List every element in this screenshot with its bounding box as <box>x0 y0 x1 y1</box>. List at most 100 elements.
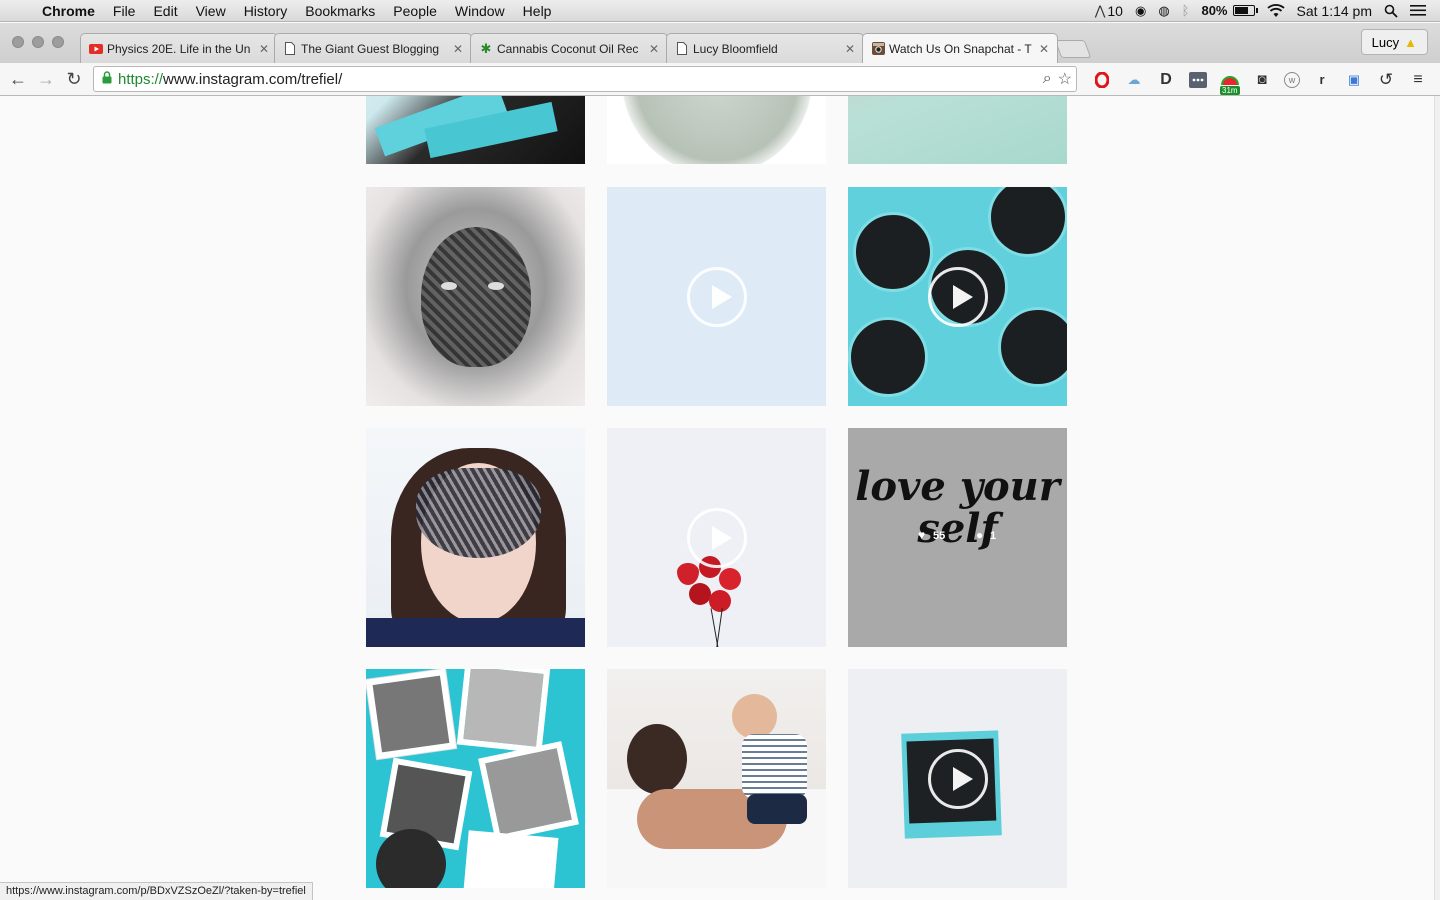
dashlane-extension-icon[interactable]: D <box>1156 71 1176 89</box>
lock-icon[interactable] <box>102 71 112 87</box>
tab-title: Cannabis Coconut Oil Rec <box>497 41 639 56</box>
menu-view[interactable]: View <box>187 0 235 22</box>
tab-cannabis-oil[interactable]: ✱ Cannabis Coconut Oil Rec ✕ <box>470 33 668 63</box>
post-tile-trefiel-packets-top[interactable] <box>366 96 585 164</box>
chrome-menu-icon[interactable]: ≡ <box>1408 71 1428 89</box>
post-tile-strawberry-video[interactable] <box>607 428 826 647</box>
child-head-shape <box>732 694 777 739</box>
zoom-window-button[interactable] <box>52 36 64 48</box>
packet-shape <box>998 307 1067 387</box>
polaroid-shape <box>456 669 551 754</box>
packet-shape <box>988 187 1067 257</box>
play-icon <box>927 266 988 327</box>
post-tile-mint-shirt[interactable] <box>848 96 1067 164</box>
adobe-tray-icon[interactable]: ⋀ <box>1095 3 1106 19</box>
notification-count[interactable]: 10 <box>1107 3 1123 19</box>
play-icon <box>927 748 988 809</box>
battery-icon[interactable] <box>1232 5 1258 16</box>
search-icon[interactable]: ⌕ <box>1043 70 1052 88</box>
more-extension-icon[interactable] <box>1188 71 1208 89</box>
clock[interactable]: Sat 1:14 pm <box>1297 3 1373 19</box>
menu-window[interactable]: Window <box>446 0 514 22</box>
heart-icon: ♥ <box>918 528 926 542</box>
chat-tray-icon[interactable]: ◍ <box>1158 3 1169 19</box>
chrome-toolbar: ← → ↻ https://www.instagram.com/trefiel/… <box>0 63 1440 96</box>
menu-bookmarks[interactable]: Bookmarks <box>296 0 384 22</box>
link-status-bar: https://www.instagram.com/p/BDxVZSzOeZl/… <box>0 882 313 900</box>
minimize-window-button[interactable] <box>32 36 44 48</box>
wifi-icon[interactable] <box>1266 3 1285 18</box>
play-icon <box>686 266 747 327</box>
post-tile-lace-mask-selfie[interactable] <box>366 428 585 647</box>
app-menu[interactable]: Chrome <box>38 0 104 22</box>
play-icon <box>686 507 747 568</box>
ghostery-extension-icon[interactable]: ◙ <box>1252 71 1272 89</box>
tab-title: Physics 20E. Life in the Un <box>107 41 251 56</box>
post-tile-love-yourself-hover[interactable]: love your self ♥ 55 ● 1 <box>848 428 1067 647</box>
strawberry-shape <box>719 568 741 590</box>
post-tile-polaroid-collage[interactable] <box>366 669 585 888</box>
battery-percent[interactable]: 80% <box>1201 3 1227 18</box>
instagram-icon <box>871 42 885 56</box>
menu-help[interactable]: Help <box>514 0 561 22</box>
menu-edit[interactable]: Edit <box>144 0 186 22</box>
notification-center-icon[interactable] <box>1410 4 1426 17</box>
strawberry-shape <box>677 563 699 585</box>
privacy-tray-icon[interactable]: ◉ <box>1135 3 1146 19</box>
strawberry-shape <box>709 590 731 612</box>
page-scrollbar[interactable] <box>1434 96 1440 900</box>
timer-extension-icon[interactable]: 31m <box>1220 71 1240 95</box>
top-shape <box>366 618 585 647</box>
reload-icon[interactable]: ↻ <box>60 69 88 90</box>
instagram-profile-page: love your self ♥ 55 ● 1 https://www.inst… <box>0 96 1434 900</box>
address-bar[interactable]: https://www.instagram.com/trefiel/ ⌕ ☆ <box>93 66 1077 92</box>
new-tab-button[interactable] <box>1054 40 1092 58</box>
tab-title: The Giant Guest Blogging <box>301 41 440 56</box>
chrome-tab-strip: Physics 20E. Life in the Un ✕ The Giant … <box>0 23 1440 63</box>
hair-shape <box>627 724 687 794</box>
tab-title: Watch Us On Snapchat - T <box>889 41 1032 56</box>
readability-extension-icon[interactable]: r <box>1312 71 1332 89</box>
screenshot-extension-icon[interactable]: ▣ <box>1344 71 1364 89</box>
youtube-icon <box>89 42 103 56</box>
back-arrow-icon[interactable]: ← <box>4 69 32 90</box>
close-tab-icon[interactable]: ✕ <box>259 42 269 56</box>
menu-history[interactable]: History <box>235 0 297 22</box>
post-tile-plate[interactable] <box>607 96 826 164</box>
bluetooth-icon[interactable]: ᛒ <box>1182 3 1190 18</box>
tab-instagram-active[interactable]: Watch Us On Snapchat - T ✕ <box>862 33 1058 63</box>
post-tile-lace-mask-bw[interactable] <box>366 187 585 406</box>
battery-level-fill <box>1234 7 1249 14</box>
wow-extension-icon[interactable]: w <box>1284 71 1300 88</box>
post-tile-trefiel-packets-video[interactable] <box>848 187 1067 406</box>
bookmark-star-icon[interactable]: ☆ <box>1058 69 1072 89</box>
tab-guest-blogging[interactable]: The Giant Guest Blogging ✕ <box>274 33 472 63</box>
menu-people[interactable]: People <box>384 0 446 22</box>
close-tab-icon[interactable]: ✕ <box>453 42 463 56</box>
spotlight-search-icon[interactable] <box>1384 4 1398 18</box>
post-tile-video-blank[interactable] <box>607 187 826 406</box>
tab-lucy-bloomfield[interactable]: Lucy Bloomfield ✕ <box>666 33 864 63</box>
close-tab-icon[interactable]: ✕ <box>649 42 659 56</box>
weather-extension-icon[interactable]: ☁ <box>1124 71 1144 89</box>
url-path: www.instagram.com/trefiel/ <box>163 70 343 88</box>
opera-extension-icon[interactable] <box>1092 71 1112 89</box>
likes-count: 55 <box>933 530 946 542</box>
child-shorts-shape <box>747 794 807 824</box>
post-tile-trefiel-packet-video[interactable] <box>848 669 1067 888</box>
profile-button[interactable]: Lucy ▲ <box>1360 29 1428 55</box>
eye-shape <box>488 282 504 290</box>
polaroid-shape <box>463 830 559 888</box>
forward-arrow-icon[interactable]: → <box>32 69 60 90</box>
sync-extension-icon[interactable]: ↺ <box>1376 70 1396 89</box>
polaroid-shape <box>366 669 457 760</box>
love-yourself-text: love your self <box>855 463 1060 552</box>
close-tab-icon[interactable]: ✕ <box>845 42 855 56</box>
close-window-button[interactable] <box>12 36 24 48</box>
close-tab-icon[interactable]: ✕ <box>1039 42 1049 56</box>
tab-physics[interactable]: Physics 20E. Life in the Un ✕ <box>80 33 278 63</box>
post-tile-mother-and-child[interactable] <box>607 669 826 888</box>
comment-icon: ● <box>976 528 984 542</box>
page-icon <box>283 42 297 56</box>
menu-file[interactable]: File <box>104 0 145 22</box>
